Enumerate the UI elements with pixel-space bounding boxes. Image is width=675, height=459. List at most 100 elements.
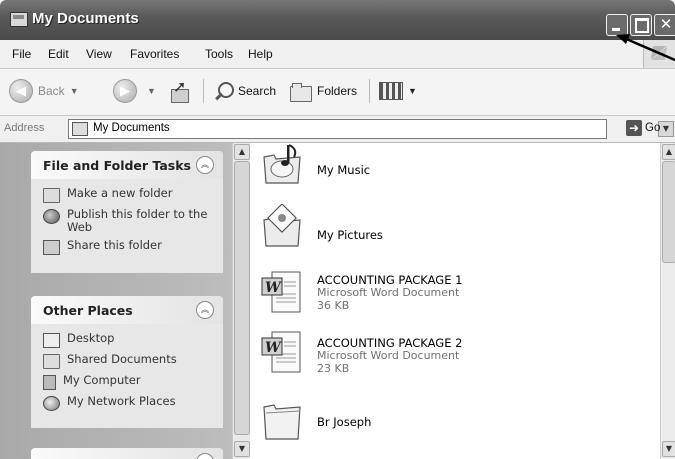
shared-folder-icon (43, 354, 60, 369)
forward-button[interactable]: ▶ ▼ (113, 77, 156, 105)
task-make-new-folder[interactable]: Make a new folder (43, 187, 215, 203)
list-item[interactable]: Br Joseph (250, 399, 650, 457)
folder-icon (263, 404, 301, 440)
close-icon: ✕ (659, 15, 673, 33)
file-folder-tasks-panel: File and Folder Tasks ︽ Make a new folde… (31, 151, 223, 273)
place-label: Desktop (67, 331, 115, 345)
views-button[interactable]: ▼ (379, 77, 417, 105)
collapse-chevron-icon[interactable]: ︽ (196, 453, 214, 459)
address-dropdown-icon[interactable]: ▼ (658, 121, 674, 137)
publish-web-icon (43, 209, 60, 224)
task-label: Make a new folder (67, 186, 173, 200)
window-title: My Documents (32, 10, 139, 27)
toolbar: ◀ Back ▼ ▶ ▼ Search Folders ▼ (0, 69, 675, 116)
address-value: My Documents (93, 122, 170, 134)
list-item[interactable]: My Pictures (250, 204, 650, 262)
search-button[interactable]: Search (214, 77, 276, 105)
place-shared-documents[interactable]: Shared Documents (43, 353, 215, 369)
windows-logo-icon (643, 40, 675, 68)
svg-text:W: W (265, 280, 282, 296)
scroll-thumb[interactable] (662, 161, 675, 263)
search-icon (214, 81, 234, 101)
pictures-folder-icon (263, 204, 301, 247)
task-pane: File and Folder Tasks ︽ Make a new folde… (0, 143, 232, 459)
maximize-button[interactable] (630, 14, 652, 36)
up-button[interactable] (168, 77, 190, 105)
toolbar-separator (203, 79, 204, 103)
file-name: Br Joseph (317, 415, 372, 429)
menu-help[interactable]: Help (248, 47, 273, 61)
file-type: Microsoft Word Document (317, 286, 460, 299)
maximize-icon (635, 18, 649, 33)
menu-view[interactable]: View (86, 47, 112, 61)
go-button[interactable]: ➜ Go (626, 120, 660, 136)
file-name: ACCOUNTING PACKAGE 2 (317, 336, 463, 350)
folders-button[interactable]: Folders (290, 77, 357, 105)
file-name: ACCOUNTING PACKAGE 1 (317, 273, 463, 287)
go-arrow-icon: ➜ (626, 120, 642, 136)
place-desktop[interactable]: Desktop (43, 332, 215, 348)
task-label: Share this folder (67, 238, 162, 252)
address-input[interactable]: My Documents ▼ (68, 119, 674, 139)
computer-icon (43, 375, 56, 390)
panel-header[interactable]: Other Places ︽ (31, 296, 223, 324)
list-item[interactable]: W ACCOUNTING PACKAGE 1 Microsoft Word Do… (250, 268, 650, 326)
panel-header[interactable]: File and Folder Tasks ︽ (31, 151, 223, 179)
place-label: Shared Documents (67, 352, 177, 366)
svg-text:W: W (265, 340, 282, 356)
place-my-network[interactable]: My Network Places (43, 395, 215, 411)
file-size: 23 KB (317, 362, 350, 375)
scroll-up-icon[interactable]: ▲ (234, 144, 250, 160)
scroll-down-icon[interactable]: ▼ (234, 441, 250, 457)
title-bar[interactable]: My Documents ✕ (0, 0, 675, 40)
back-dropdown-icon[interactable]: ▼ (70, 86, 79, 96)
menu-favorites[interactable]: Favorites (130, 47, 179, 61)
task-label: Publish this folder to the Web (67, 207, 208, 234)
back-button[interactable]: ◀ Back ▼ (9, 77, 79, 105)
file-list-scrollbar[interactable]: ▲ ▼ (660, 143, 675, 459)
toolbar-separator (369, 79, 370, 103)
task-publish-folder[interactable]: Publish this folder to the Web (43, 208, 215, 234)
file-type: Microsoft Word Document (317, 349, 460, 362)
forward-dropdown-icon[interactable]: ▼ (147, 86, 156, 96)
collapse-chevron-icon[interactable]: ︽ (196, 301, 214, 319)
music-folder-icon (263, 144, 301, 184)
list-item[interactable]: My Music (250, 143, 650, 201)
explorer-window: My Documents ✕ File Edit View Favorites … (0, 0, 675, 459)
file-name: My Pictures (317, 228, 383, 242)
panel-header[interactable]: ︽ (31, 448, 223, 459)
details-panel: ︽ (31, 448, 223, 459)
close-button[interactable]: ✕ (654, 14, 675, 36)
panel-title: Other Places (43, 303, 133, 318)
list-item[interactable]: W ACCOUNTING PACKAGE 2 Microsoft Word Do… (250, 328, 650, 386)
file-name: My Music (317, 163, 371, 177)
back-label: Back (38, 84, 65, 98)
scroll-thumb[interactable] (234, 161, 250, 435)
views-dropdown-icon: ▼ (408, 86, 417, 96)
minimize-button[interactable] (606, 14, 628, 36)
task-share-folder[interactable]: Share this folder (43, 239, 215, 255)
window-icon[interactable] (10, 12, 28, 27)
address-bar: Address My Documents ▼ ➜ Go (0, 116, 675, 143)
panel-title: File and Folder Tasks (43, 158, 191, 173)
desktop-icon (43, 333, 60, 348)
new-folder-icon (43, 188, 60, 203)
scroll-down-icon[interactable]: ▼ (662, 441, 675, 457)
other-places-panel: Other Places ︽ Desktop Shared Documents … (31, 296, 223, 428)
folders-icon (290, 82, 312, 102)
file-list: My Music My Pictures W ACCOUNTING PACKAG… (250, 143, 659, 459)
task-pane-scrollbar[interactable]: ▲ ▼ (232, 143, 250, 459)
menu-tools[interactable]: Tools (205, 47, 233, 61)
place-my-computer[interactable]: My Computer (43, 374, 215, 390)
collapse-chevron-icon[interactable]: ︽ (196, 156, 214, 174)
menu-file[interactable]: File (12, 47, 31, 61)
address-label: Address (4, 122, 45, 134)
search-label: Search (238, 84, 277, 98)
folders-label: Folders (317, 84, 358, 98)
place-label: My Computer (63, 373, 141, 387)
network-places-icon (43, 396, 60, 411)
scroll-up-icon[interactable]: ▲ (662, 144, 675, 160)
share-folder-icon (43, 240, 60, 255)
menu-edit[interactable]: Edit (48, 47, 69, 61)
forward-arrow-icon: ▶ (113, 79, 137, 103)
